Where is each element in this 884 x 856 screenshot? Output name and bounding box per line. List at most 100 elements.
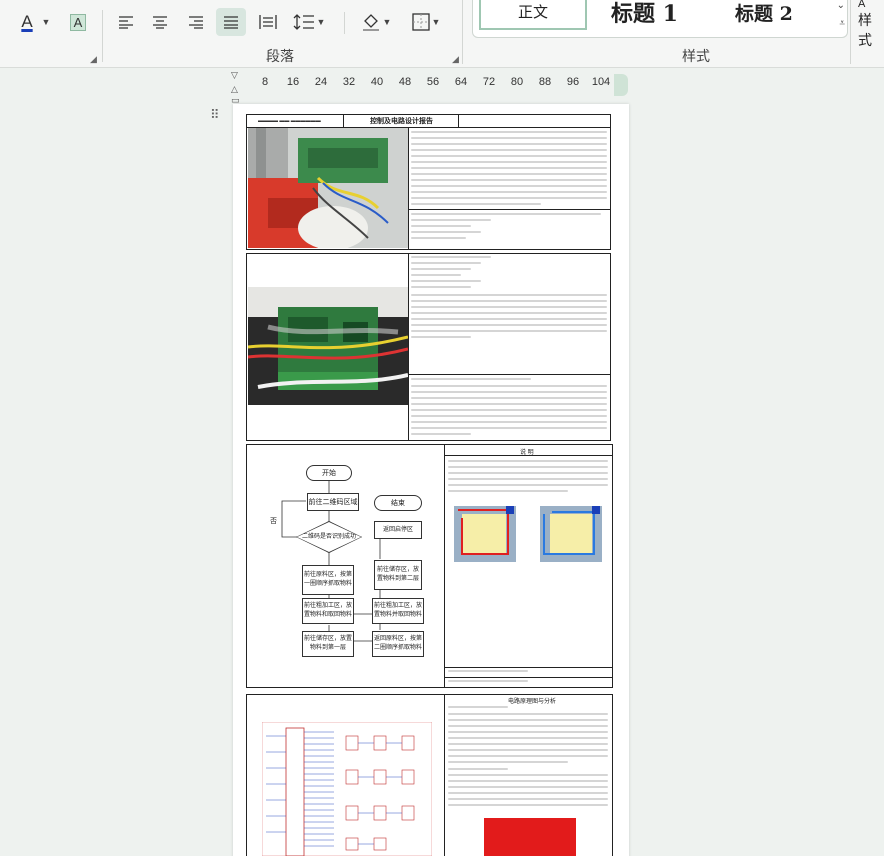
styles-group-label: 样式 — [682, 48, 710, 64]
paragraph-text — [411, 173, 607, 175]
paragraph-text — [448, 780, 608, 782]
first-line-indent-marker-icon[interactable]: ▽ — [231, 70, 238, 81]
flow-no-label: 否 — [270, 518, 277, 525]
font-dialog-launcher-icon[interactable]: ◢ — [90, 54, 97, 65]
divider — [444, 444, 445, 688]
horizontal-ruler[interactable]: 8 16 24 32 40 48 56 64 72 80 88 96 104 — [230, 74, 628, 96]
chevron-down-icon: ▼ — [41, 17, 51, 27]
paragraph-dialog-launcher-icon[interactable]: ◢ — [452, 54, 459, 65]
paragraph-text — [448, 804, 608, 806]
paragraph-text — [448, 798, 608, 800]
align-left-button[interactable] — [114, 8, 138, 36]
ruler-tick: 48 — [398, 76, 412, 88]
font-color-dropdown[interactable]: ▼ — [40, 8, 51, 36]
font-color-button[interactable]: A — [14, 8, 40, 36]
divider — [408, 374, 611, 375]
styles-pane-button[interactable]: A 样式 — [858, 0, 884, 50]
line-spacing-button[interactable]: ▼ — [292, 8, 326, 36]
gallery-scroll-down-icon[interactable]: ⌄ — [837, 0, 845, 11]
paragraph-text — [448, 490, 568, 492]
paragraph-text — [411, 256, 491, 258]
ruler-right-margin[interactable] — [614, 74, 628, 96]
flow-end: 结束 — [374, 495, 422, 511]
paragraph-text — [448, 484, 608, 486]
paragraph-text — [411, 300, 607, 302]
align-left-icon — [119, 16, 133, 29]
route-diagram-right — [540, 506, 602, 562]
flow-start: 开始 — [306, 465, 352, 481]
shading-button[interactable]: ▼ — [356, 8, 396, 36]
paragraph-text — [411, 385, 607, 387]
paragraph-text — [411, 137, 607, 139]
paragraph-text — [411, 336, 471, 338]
align-center-button[interactable] — [148, 8, 172, 36]
paragraph-text — [411, 167, 607, 169]
paragraph-text — [411, 306, 607, 308]
ruler-tick: 96 — [566, 76, 580, 88]
paragraph-text — [448, 466, 608, 468]
gallery-more-icon[interactable]: ⩡ — [839, 18, 845, 29]
style-gallery: 正文 标题 1 标题 2 ⌄ ⩡ — [472, 0, 848, 38]
flow-store2-step: 前往储存区，放置物料到第二层 — [374, 560, 422, 590]
paragraph-text — [411, 237, 466, 239]
paragraph-group-label: 段落 — [266, 48, 294, 64]
paragraph-text — [411, 391, 607, 393]
divider — [850, 0, 851, 64]
paragraph-text — [411, 427, 607, 429]
paragraph-text — [448, 460, 608, 462]
divider — [458, 114, 459, 128]
justify-icon — [224, 16, 238, 29]
ruler-tick: 104 — [591, 76, 611, 88]
circuit-board-image — [248, 287, 408, 405]
pcb-layout-image — [484, 818, 576, 856]
divider — [462, 0, 463, 64]
hanging-indent-marker-icon[interactable]: △ — [231, 84, 238, 95]
paragraph-text — [448, 743, 608, 745]
ruler-tick: 64 — [454, 76, 468, 88]
borders-button[interactable]: ▼ — [406, 8, 446, 36]
font-color-icon: A — [21, 12, 33, 31]
ruler-tick: 88 — [538, 76, 552, 88]
paragraph-text — [411, 397, 607, 399]
robot-arm-image — [248, 128, 408, 248]
paragraph-text — [411, 219, 491, 221]
ruler-tick: 56 — [426, 76, 440, 88]
paragraph-text — [448, 761, 568, 763]
style-normal[interactable]: 正文 — [479, 0, 587, 30]
char-shading-button[interactable]: A — [66, 8, 90, 36]
style-heading-1[interactable]: 标题 1 — [611, 0, 678, 30]
paragraph-text — [448, 786, 608, 788]
paragraph-text — [411, 433, 471, 435]
paragraph-text — [448, 472, 608, 474]
distributed-button[interactable] — [254, 8, 282, 36]
paragraph-text — [411, 155, 607, 157]
flow-raw2-step: 返回原料区，按第二圈顺序抓取物料 — [372, 631, 424, 657]
paragraph-text — [411, 421, 607, 423]
paragraph-text — [411, 231, 481, 233]
paragraph-text — [448, 719, 608, 721]
char-shading-icon: A — [69, 13, 87, 31]
style-heading-2[interactable]: 标题 2 — [735, 0, 793, 30]
styles-pane-icon: A — [858, 0, 866, 10]
paragraph-text — [411, 268, 471, 270]
ruler-tick: 24 — [314, 76, 328, 88]
divider — [102, 10, 103, 62]
paragraph-text — [411, 403, 607, 405]
footer-text — [448, 670, 528, 672]
distributed-align-icon — [259, 15, 277, 29]
paragraph-text — [411, 378, 531, 380]
paragraph-text — [448, 737, 608, 739]
paragraph-text — [411, 318, 607, 320]
paragraph-text — [411, 409, 607, 411]
paragraph-text — [448, 774, 608, 776]
align-right-button[interactable] — [184, 8, 208, 36]
ruler-tick: 8 — [261, 76, 269, 88]
paragraph-text — [448, 792, 608, 794]
drag-handle-icon[interactable]: ⠿ — [210, 107, 219, 123]
paragraph-text — [448, 713, 608, 715]
ruler-tick: 32 — [342, 76, 356, 88]
paint-bucket-icon — [362, 14, 379, 31]
paragraph-text — [411, 161, 607, 163]
paragraph-text — [411, 197, 607, 199]
justify-button[interactable] — [216, 8, 246, 36]
